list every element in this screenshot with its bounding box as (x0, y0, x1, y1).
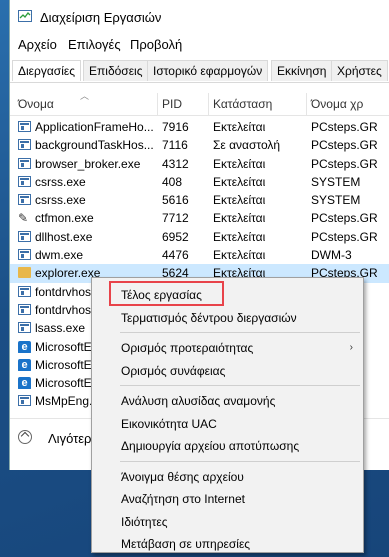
process-user: PCsteps.GR (311, 120, 378, 134)
context-menu-item[interactable]: Αναζήτηση στο Internet (92, 488, 363, 510)
app-icon (18, 249, 32, 261)
process-user: PCsteps.GR (311, 138, 378, 153)
process-status: Σε αναστολή (213, 138, 281, 153)
tab-startup[interactable]: Εκκίνηση (271, 60, 333, 81)
pen-icon: ✎ (18, 212, 29, 225)
app-icon (18, 285, 32, 298)
tab-app-history[interactable]: Ιστορικό εφαρμογών (147, 60, 269, 81)
table-row[interactable]: dllhost.exe 6952 Εκτελείται PCsteps.GR (10, 228, 389, 246)
process-name: csrss.exe (35, 174, 86, 189)
process-pid: 4476 (162, 248, 189, 263)
window-title: Διαχείριση Εργασιών (40, 10, 162, 25)
column-name[interactable]: Όνομα (18, 97, 54, 111)
sort-up-icon: ︿ (80, 91, 90, 101)
process-status: Εκτελείται (213, 193, 266, 208)
chevron-right-icon: › (349, 342, 353, 353)
table-row[interactable]: csrss.exe 5616 Εκτελείται SYSTEM (10, 191, 389, 209)
process-name: csrss.exe (35, 193, 86, 208)
process-status: Εκτελείται (213, 120, 266, 134)
menu-options[interactable]: Επιλογές (68, 37, 121, 52)
edge-icon: e (18, 377, 32, 390)
process-pid: 408 (162, 174, 183, 189)
tab-processes[interactable]: Διεργασίες (12, 60, 81, 81)
table-row[interactable]: backgroundTaskHos... 7116 Σε αναστολή PCste… (10, 136, 389, 154)
column-divider[interactable] (306, 93, 307, 115)
menu-separator (120, 460, 360, 462)
process-status: Εκτελείται (213, 211, 266, 226)
tab-strip: Διεργασίες Επιδόσεις Ιστορικό εφαρμογών … (10, 60, 389, 83)
process-pid: 5616 (162, 193, 189, 208)
column-pid[interactable]: PID (162, 97, 182, 111)
process-user: PCsteps.GR (311, 229, 378, 244)
process-user: SYSTEM (311, 174, 361, 189)
process-status: Εκτελείται (213, 174, 266, 189)
column-header: ︿ Όνομα PID Κατάσταση Όνομα χρ (10, 91, 389, 116)
process-status: Εκτελείται (213, 156, 266, 171)
process-pid: 7712 (162, 211, 189, 226)
menu-view[interactable]: Προβολή (130, 37, 182, 52)
column-divider[interactable] (208, 93, 209, 115)
process-pid: 6952 (162, 229, 189, 244)
app-icon (18, 139, 32, 151)
column-user[interactable]: Όνομα χρ (311, 97, 363, 111)
app-icon (18, 230, 32, 243)
table-row[interactable]: csrss.exe 408 Εκτελείται SYSTEM (10, 173, 389, 191)
app-icon (18, 175, 32, 188)
app-icon (18, 303, 32, 316)
process-name: ApplicationFrameHo... (35, 120, 154, 134)
folder-icon (18, 267, 32, 279)
process-user: DWM-3 (311, 248, 352, 263)
app-icon (18, 157, 32, 170)
tab-performance[interactable]: Επιδόσεις (83, 60, 149, 81)
table-row[interactable]: browser_broker.exe 4312 Εκτελείται PCsteps.… (10, 155, 389, 173)
context-menu: Τέλος εργασίας Τερματισμός δέντρου διεργα… (91, 277, 364, 553)
process-pid: 7116 (162, 138, 188, 153)
context-menu-item[interactable]: Ιδιότητες (92, 511, 363, 533)
process-name: dwm.exe (35, 248, 84, 263)
context-menu-item[interactable]: Μετάβαση σε υπηρεσίες (92, 533, 363, 555)
menu-separator (120, 385, 360, 386)
context-menu-item[interactable]: Δημιουργία αρχείου αποτύπωσης (92, 435, 363, 457)
task-manager-icon (18, 10, 32, 22)
process-status: Εκτελείται (213, 229, 266, 244)
process-pid: 7916 (162, 120, 189, 134)
column-status[interactable]: Κατάσταση (213, 97, 272, 111)
process-user: PCsteps.GR (311, 156, 378, 171)
edge-icon: e (18, 358, 32, 371)
menu-separator (120, 332, 360, 333)
app-icon (18, 194, 32, 206)
process-pid: 4312 (162, 156, 189, 171)
app-icon (18, 395, 32, 407)
context-menu-item[interactable]: Ανάλυση αλυσίδας αναμονής (92, 390, 363, 412)
menu-file[interactable]: Αρχείο (18, 37, 57, 52)
context-menu-item[interactable]: Εικονικότητα UAC (92, 413, 363, 435)
chevron-up-icon[interactable] (18, 430, 32, 444)
context-menu-item[interactable]: Τερματισμός δέντρου διεργασιών (92, 307, 363, 329)
table-row[interactable]: dwm.exe 4476 Εκτελείται DWM-3 (10, 246, 389, 264)
process-user: SYSTEM (311, 193, 361, 208)
edge-icon: e (18, 340, 32, 353)
process-status: Εκτελείται (213, 248, 266, 263)
context-menu-item[interactable]: Τέλος εργασίας (92, 281, 363, 306)
process-user: PCsteps.GR (311, 211, 378, 226)
title-bar: Διαχείριση Εργασιών (10, 0, 389, 34)
table-row[interactable]: ✎ ctfmon.exe 7712 Εκτελείται PCsteps.GR (10, 209, 389, 227)
process-name: dllhost.exe (35, 229, 93, 244)
app-icon (18, 322, 32, 334)
process-name: browser_broker.exe (35, 156, 141, 171)
context-menu-item[interactable]: Άνοιγμα θέσης αρχείου (92, 466, 363, 488)
table-row[interactable]: ApplicationFrameHo... 7916 Εκτελείται PCste… (10, 118, 389, 136)
process-name: ctfmon.exe (35, 211, 94, 226)
process-name: backgroundTaskHos... (35, 138, 154, 153)
context-menu-item[interactable]: Ορισμός προτεραιότητας › (92, 337, 363, 359)
menu-bar: Αρχείο Επιλογές Προβολή (10, 37, 389, 57)
context-menu-item[interactable]: Ορισμός συνάφειας (92, 360, 363, 382)
column-divider[interactable] (157, 93, 158, 115)
app-icon (18, 121, 32, 133)
tab-users[interactable]: Χρήστες (331, 60, 388, 81)
